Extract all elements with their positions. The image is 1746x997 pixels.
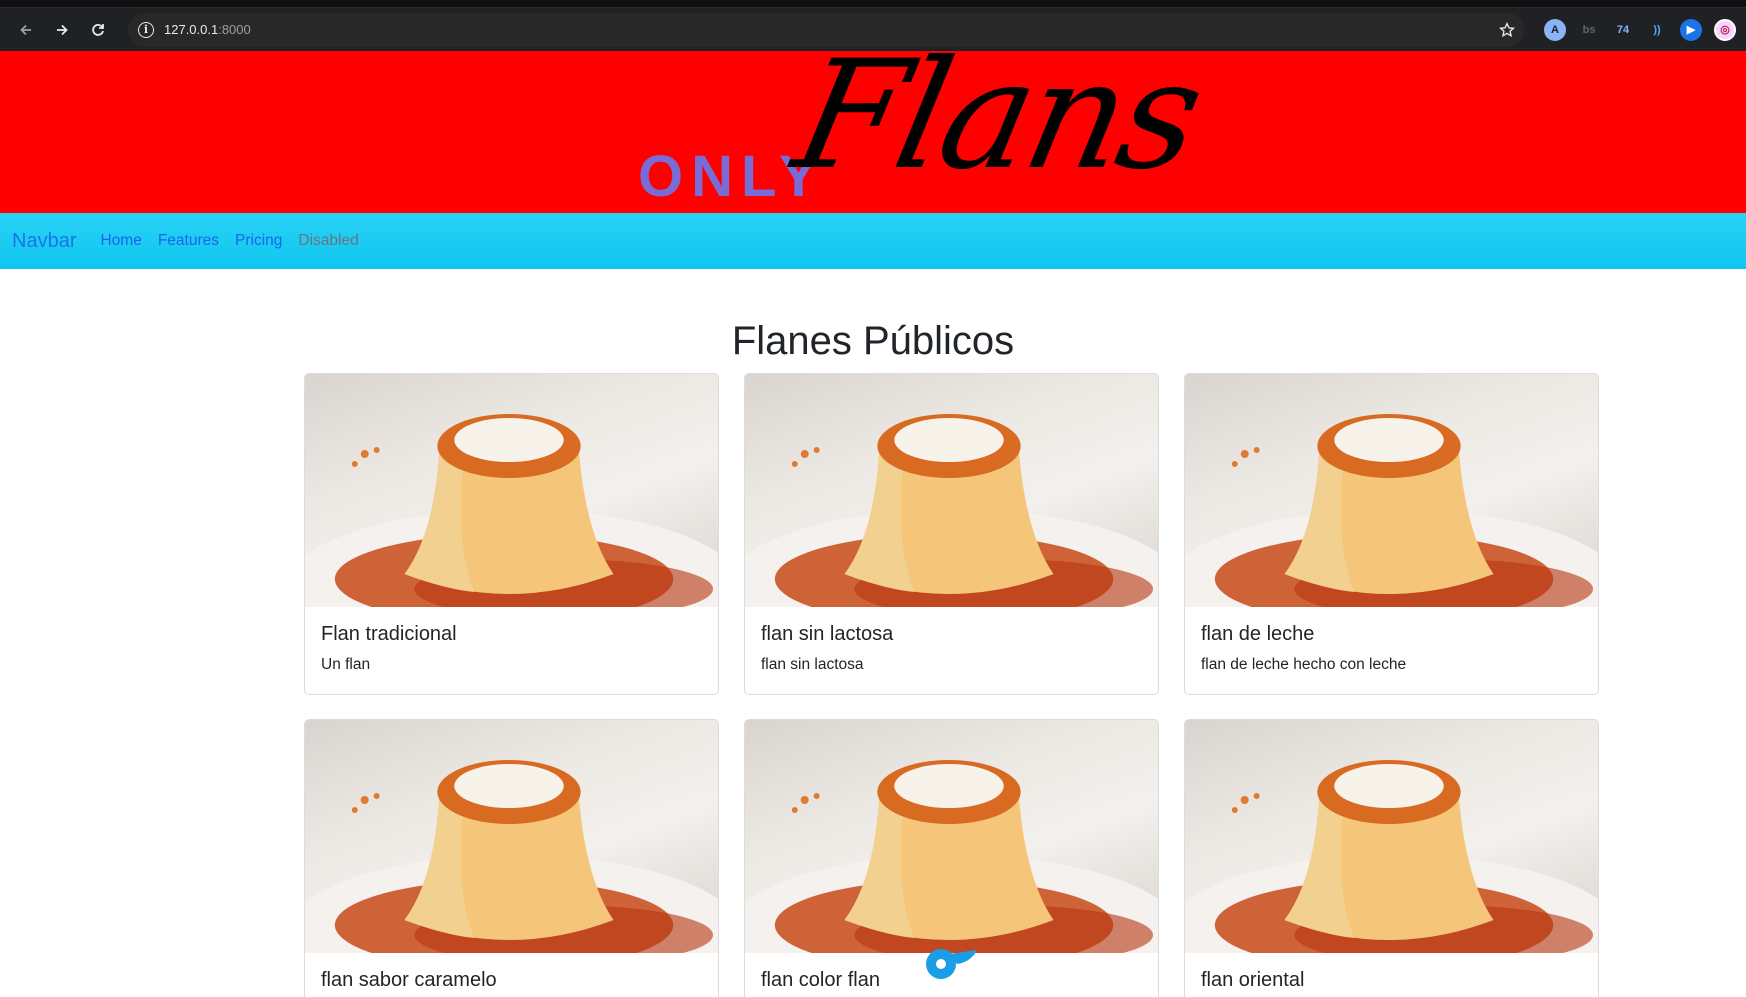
arrow-left-icon [20, 24, 31, 35]
card-title: flan oriental [1201, 969, 1305, 991]
card-text: flan sin lactosa [761, 656, 864, 673]
onlyfans-logo-icon [926, 949, 977, 979]
flan-photo-icon [1185, 414, 1598, 607]
extension-2-icon[interactable]: bs [1578, 19, 1600, 41]
logo-flans-text: Flans [781, 51, 1214, 203]
site-info-icon[interactable]: i [138, 21, 154, 38]
extension-1-icon[interactable]: A [1544, 18, 1566, 41]
nav-link-pricing[interactable]: Pricing [235, 232, 282, 250]
flan-photo-icon [745, 414, 1158, 607]
extension-5-icon[interactable]: ▶ [1680, 18, 1702, 41]
browser-tabstrip [0, 0, 1746, 8]
nav-link-home[interactable]: Home [100, 232, 141, 250]
navbar-brand[interactable]: Navbar [12, 230, 76, 253]
flan-image [1185, 374, 1598, 607]
extension-3-icon[interactable]: 74 [1612, 19, 1634, 41]
flan-photo-icon [305, 760, 718, 953]
card-body: flan sin lactosa flan sin lactosa [745, 607, 1158, 690]
card-body: Flan tradicional Un flan [305, 607, 718, 690]
flan-image [1185, 720, 1598, 953]
card-text: Un flan [321, 656, 371, 673]
nav-link-disabled: Disabled [298, 232, 359, 249]
flan-photo-icon [1185, 760, 1598, 953]
navbar: Navbar Home Features Pricing Disabled [0, 213, 1746, 269]
page-title: Flanes Públicos [731, 319, 1015, 363]
flan-card[interactable]: Flan tradicional Un flan [304, 373, 719, 695]
flan-image [305, 720, 718, 953]
flan-image [305, 374, 718, 607]
flan-card[interactable]: flan sabor caramelo [304, 719, 719, 997]
extensions-area: A bs 74 )) ▶ ◎ [1544, 18, 1736, 41]
card-body: flan de leche flan de leche hecho con le… [1185, 607, 1598, 690]
reload-icon [92, 23, 104, 36]
card-text: flan de leche hecho con leche [1201, 656, 1407, 673]
card-title: Flan tradicional [321, 623, 457, 645]
browser-toolbar: i 127.0.0.1:8000 A bs 74 )) ▶ ◎ [0, 8, 1746, 51]
extension-4-icon[interactable]: )) [1646, 19, 1668, 41]
url-text: 127.0.0.1:8000 [164, 22, 251, 37]
arrow-right-icon [57, 24, 68, 35]
url-host: 127.0.0.1 [164, 22, 219, 37]
card-grid: Flan tradicional Un flan flan sin lactos… [304, 373, 1600, 997]
flan-image [745, 374, 1158, 607]
url-port: :8000 [218, 22, 251, 37]
nav-link-features[interactable]: Features [158, 232, 219, 250]
flan-card[interactable]: flan de leche flan de leche hecho con le… [1184, 373, 1599, 695]
card-title: flan sin lactosa [761, 623, 894, 645]
site-banner: ONLY Flans [0, 51, 1746, 213]
card-body: flan oriental [1185, 953, 1598, 997]
profile-avatar[interactable]: ◎ [1714, 18, 1736, 41]
flan-card[interactable]: flan oriental [1184, 719, 1599, 997]
card-title: flan sabor caramelo [321, 969, 497, 991]
reload-button[interactable] [82, 14, 114, 46]
back-button[interactable] [10, 14, 42, 46]
forward-button[interactable] [46, 14, 78, 46]
flan-image [745, 720, 1158, 953]
address-bar[interactable]: i 127.0.0.1:8000 [128, 12, 1524, 47]
flan-photo-icon [305, 414, 718, 607]
card-title: flan de leche [1201, 623, 1315, 645]
flan-card[interactable]: flan sin lactosa flan sin lactosa [744, 373, 1159, 695]
flan-photo-icon [745, 760, 1158, 953]
bookmark-star-icon[interactable] [1498, 21, 1516, 39]
card-body: flan sabor caramelo [305, 953, 718, 997]
